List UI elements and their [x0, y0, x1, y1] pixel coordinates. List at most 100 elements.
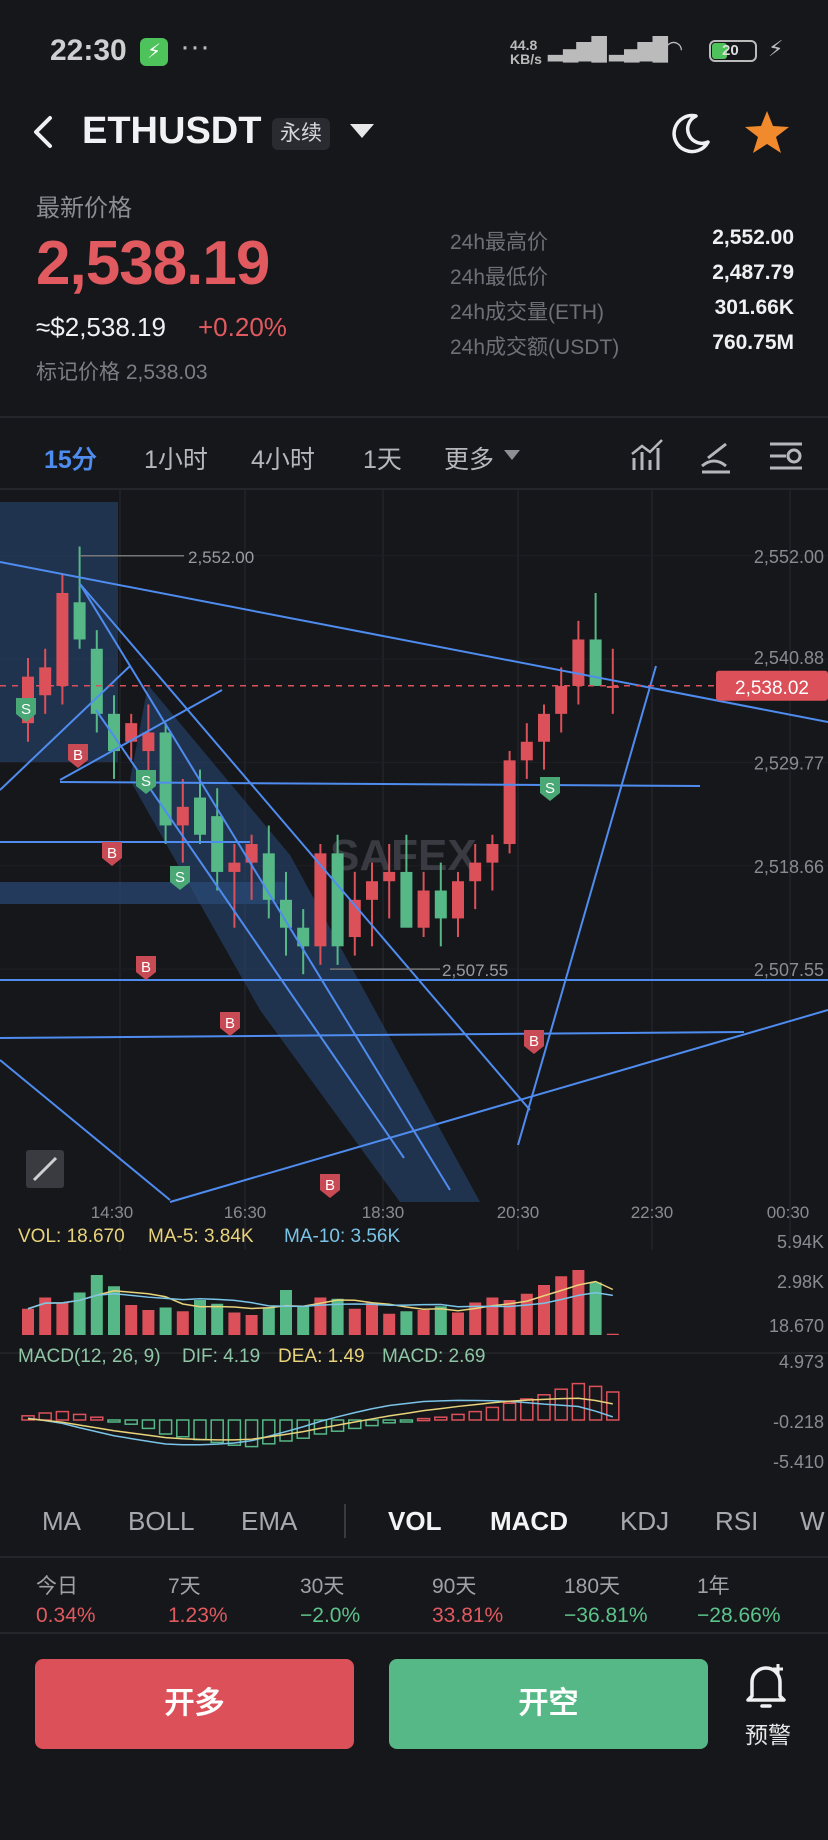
last-price-label: 最新价格	[36, 195, 132, 222]
candle-body	[400, 871, 413, 928]
tab-4h[interactable]: 4小时	[251, 440, 315, 476]
chart-type-icon[interactable]	[628, 436, 668, 476]
candle-body	[538, 713, 550, 742]
tab-1h[interactable]: 1小时	[144, 440, 208, 476]
macd-bar	[38, 1412, 52, 1421]
candle-body	[555, 685, 568, 714]
macd-axis-label: -0.218	[773, 1412, 824, 1432]
buy-marker: B	[141, 959, 151, 976]
time-axis-label: 20:30	[497, 1203, 540, 1222]
macd-bar	[107, 1419, 121, 1423]
high-label: 2,552.00	[188, 548, 254, 567]
candle-body	[366, 881, 378, 900]
macd-bar	[468, 1410, 482, 1421]
volume-bar	[555, 1276, 568, 1335]
volume-bar	[245, 1315, 258, 1335]
symbol-title[interactable]: ETHUSDT	[82, 110, 261, 153]
open-short-button[interactable]: 开空	[389, 1659, 708, 1749]
divider	[0, 416, 828, 418]
more-caret-icon	[504, 450, 520, 460]
macd-bar	[434, 1416, 448, 1421]
mark-price: 标记价格 2,538.03	[36, 361, 208, 384]
candle-body	[469, 862, 482, 882]
volume-bar	[142, 1310, 155, 1335]
back-arrow-icon[interactable]	[24, 112, 64, 152]
volume-bar	[400, 1311, 413, 1335]
volume-bar	[297, 1306, 310, 1335]
volume-bar	[348, 1308, 361, 1335]
indicator-kdj[interactable]: KDJ	[620, 1506, 669, 1537]
stat-volume-value: 301.66K	[714, 296, 794, 319]
trend-line	[0, 561, 828, 723]
candle-body	[417, 890, 430, 928]
macd-bar	[399, 1419, 414, 1423]
macd-legend-macd: MACD: 2.69	[382, 1346, 485, 1367]
time-axis-label: 00:30	[767, 1203, 810, 1222]
volume-bar	[589, 1282, 602, 1335]
time-axis-label: 22:30	[631, 1203, 674, 1222]
indicator-macd[interactable]: MACD	[490, 1506, 568, 1537]
perf-value-1y: −28.66%	[697, 1604, 781, 1627]
alert-label[interactable]: 预警	[745, 1716, 791, 1750]
indicator-boll[interactable]: BOLL	[128, 1506, 195, 1537]
volume-bar	[572, 1270, 585, 1335]
candle-body	[108, 713, 120, 752]
macd-axis-label: -5.410	[773, 1452, 824, 1472]
macd-bar	[72, 1413, 87, 1421]
macd-bar	[451, 1413, 465, 1421]
macd-legend-params: MACD(12, 26, 9)	[18, 1346, 161, 1367]
battery-percent: 20	[722, 42, 739, 59]
indicator-rsi[interactable]: RSI	[715, 1506, 758, 1537]
alert-bell-icon[interactable]	[744, 1660, 788, 1710]
candle-body	[194, 797, 206, 835]
favorite-star-icon[interactable]	[742, 108, 792, 158]
macd-bar	[158, 1419, 173, 1435]
macd-panel: MACD(12, 26, 9) DIF: 4.19 DEA: 1.49 MACD: 2…	[0, 1346, 828, 1472]
macd-bar	[227, 1419, 242, 1446]
volume-bar	[452, 1312, 464, 1335]
candle-body	[39, 667, 52, 696]
macd-bar	[365, 1419, 379, 1427]
indicator-ma[interactable]: MA	[42, 1506, 81, 1537]
candle-body	[572, 639, 585, 686]
tab-more[interactable]: 更多	[444, 440, 494, 476]
perf-value-today: 0.34%	[36, 1604, 96, 1627]
indicator-vol[interactable]: VOL	[388, 1506, 441, 1537]
indicator-more[interactable]: W	[800, 1506, 825, 1537]
volume-bar	[22, 1308, 34, 1335]
volume-bar	[125, 1305, 138, 1335]
volume-bar	[280, 1290, 292, 1335]
indicator-separator	[344, 1504, 346, 1538]
macd-bar	[210, 1419, 224, 1444]
tab-1d[interactable]: 1天	[363, 440, 402, 476]
perf-label-1y: 1年	[697, 1575, 730, 1598]
macd-bar	[485, 1406, 500, 1421]
price-axis-label: 2,518.66	[754, 857, 824, 877]
indicator-settings-icon[interactable]	[766, 436, 806, 476]
candle-body	[73, 602, 86, 640]
macd-bar	[382, 1419, 396, 1424]
more-notifications-icon: ···	[180, 30, 210, 63]
sell-marker: S	[545, 780, 555, 797]
price-axis-label: 2,507.55	[754, 960, 824, 980]
stat-turnover-value: 760.75M	[712, 331, 794, 354]
trend-line	[169, 1009, 828, 1203]
price-axis-label: 2,540.88	[754, 648, 824, 668]
moon-icon[interactable]	[666, 110, 714, 158]
candle-body	[434, 890, 447, 919]
candle-body	[520, 741, 533, 761]
network-speed: 44.8 KB/s	[510, 37, 542, 67]
tab-15m[interactable]: 15分	[44, 440, 97, 476]
draw-tool-icon[interactable]	[696, 436, 736, 476]
macd-bar	[571, 1382, 586, 1421]
volume-bar	[486, 1297, 499, 1335]
macd-legend-dea: DEA: 1.49	[278, 1346, 365, 1367]
price-chart[interactable]: SAFEX 2,552.002,507.55 BBBBBBSSSS 2,538.…	[0, 490, 828, 1490]
volume-bar	[434, 1306, 447, 1335]
indicator-ema[interactable]: EMA	[241, 1506, 297, 1537]
candle-body	[589, 639, 602, 686]
volume-bar	[159, 1307, 172, 1335]
candle-body	[56, 592, 69, 686]
open-long-button[interactable]: 开多	[35, 1659, 354, 1749]
symbol-dropdown-icon[interactable]	[350, 124, 374, 138]
